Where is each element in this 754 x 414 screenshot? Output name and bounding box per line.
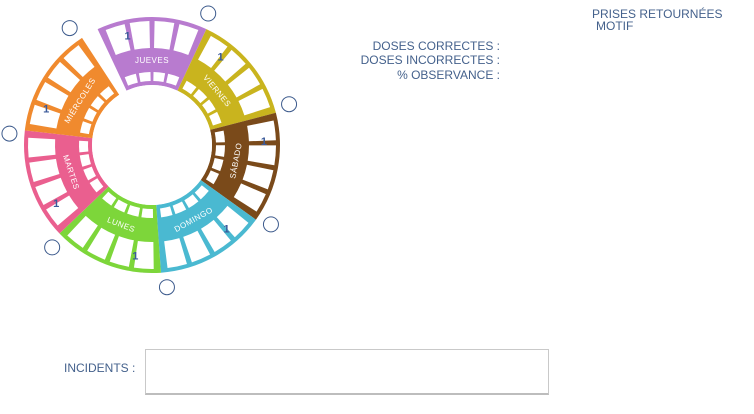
segment-handle[interactable] xyxy=(158,279,175,296)
incidents-field[interactable] xyxy=(145,349,549,395)
doses-incorrectes-label: DOSES INCORRECTES : xyxy=(360,53,500,67)
dose-count: 1 xyxy=(125,31,131,43)
day-label: JUEVES xyxy=(135,56,169,65)
wheel-hub xyxy=(92,85,212,205)
pill-slot-inner xyxy=(141,208,154,218)
pill-slot-outer xyxy=(28,137,56,158)
segment-handle[interactable] xyxy=(1,125,18,142)
motif-label: MOTIF xyxy=(596,19,634,33)
segment-handle[interactable] xyxy=(262,216,279,233)
dose-count: 1 xyxy=(261,136,267,148)
incidents-label: INCIDENTS : xyxy=(64,361,136,375)
dose-count: 1 xyxy=(43,103,49,115)
segment-handle[interactable] xyxy=(44,239,61,256)
pill-slot-inner xyxy=(79,140,89,153)
pill-slot-inner xyxy=(153,72,166,83)
doses-correctes-label: DOSES CORRECTES : xyxy=(372,39,500,53)
segment-handle[interactable] xyxy=(281,96,298,113)
pill-slot-inner xyxy=(215,145,225,157)
pill-slot-inner xyxy=(214,130,225,143)
dose-count: 1 xyxy=(132,251,138,263)
pill-slot-inner xyxy=(138,72,151,83)
dose-count: 1 xyxy=(223,224,229,236)
segment-handle[interactable] xyxy=(61,20,78,37)
observance-label: % OBSERVANCE : xyxy=(397,68,500,82)
dose-count: 1 xyxy=(53,198,59,210)
segment-handle[interactable] xyxy=(200,5,217,22)
